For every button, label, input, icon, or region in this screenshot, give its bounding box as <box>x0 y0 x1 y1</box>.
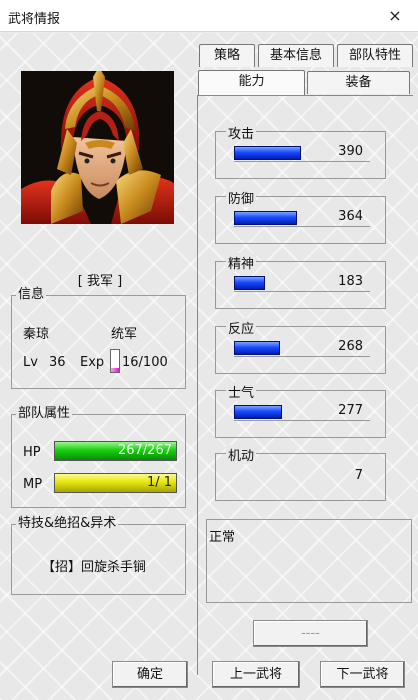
stat-defense: 防御 364 <box>215 188 386 244</box>
skills-legend: 特技&绝招&异术 <box>18 516 117 531</box>
stat-bar <box>234 276 265 290</box>
stat-value: 268 <box>338 339 363 354</box>
skill-item[interactable]: 【招】回旋杀手锏 <box>42 556 146 575</box>
mp-bar: 1/ 1 <box>54 473 177 493</box>
tab-ability[interactable]: 能力 <box>198 70 305 96</box>
stat-mobility: 机动 7 <box>215 445 386 501</box>
tab-unit-traits[interactable]: 部队特性 <box>337 44 413 67</box>
stat-bar <box>234 211 297 225</box>
mp-value: 1/ 1 <box>146 475 172 490</box>
hp-value: 267/267 <box>117 443 172 458</box>
stat-name: 攻击 <box>226 123 257 142</box>
portrait-image <box>21 71 174 224</box>
stat-reaction: 反应 268 <box>215 318 386 374</box>
confirm-button[interactable]: 确定 <box>112 661 188 688</box>
stat-value: 277 <box>338 403 363 418</box>
tab-basic-info[interactable]: 基本信息 <box>258 44 334 67</box>
prev-general-button[interactable]: 上一武将 <box>212 661 300 688</box>
stat-bar <box>234 405 282 419</box>
stat-value: 390 <box>338 144 363 159</box>
exp-label: Exp <box>80 355 105 370</box>
exp-value: 16/100 <box>122 355 168 370</box>
general-portrait <box>21 71 174 224</box>
next-general-button[interactable]: 下一武将 <box>320 661 405 688</box>
stat-value: 7 <box>354 468 363 483</box>
window-client: [ 我军 ] 信息 秦琼 统军 Lv 36 Exp 16/100 部队属性 HP… <box>0 33 418 700</box>
stat-name: 士气 <box>226 382 257 401</box>
mp-label: MP <box>23 477 43 492</box>
info-legend: 信息 <box>18 287 45 302</box>
stat-attack: 攻击 390 <box>215 123 386 179</box>
unit-legend: 部队属性 <box>18 406 71 421</box>
exp-bar <box>110 349 120 373</box>
stat-name: 防御 <box>226 188 257 207</box>
general-role: 统军 <box>111 327 138 342</box>
hp-label: HP <box>23 445 41 460</box>
window-title: 武将情报 <box>8 12 61 27</box>
stat-spirit: 精神 183 <box>215 253 386 309</box>
stat-value: 183 <box>338 274 363 289</box>
stat-name: 反应 <box>226 318 257 337</box>
faction-label: [ 我军 ] <box>77 274 123 289</box>
level-label: Lv <box>23 355 38 370</box>
hp-bar: 267/267 <box>54 441 177 461</box>
placeholder-button[interactable]: ---- <box>253 620 368 647</box>
level-value: 36 <box>49 355 66 370</box>
title-bar: 武将情报 × <box>0 0 418 32</box>
tab-equipment[interactable]: 装备 <box>307 71 410 94</box>
stat-bar <box>234 341 280 355</box>
status-box: 正常 <box>206 519 412 603</box>
status-text: 正常 <box>209 530 236 545</box>
stat-name: 机动 <box>226 445 257 464</box>
tab-strategy[interactable]: 策略 <box>199 44 255 67</box>
stat-bar <box>234 146 301 160</box>
stat-name: 精神 <box>226 253 257 272</box>
stat-value: 364 <box>338 209 363 224</box>
stat-morale: 士气 277 <box>215 382 386 438</box>
close-icon[interactable]: × <box>372 0 418 32</box>
general-name: 秦琼 <box>23 327 50 342</box>
exp-bar-fill <box>111 368 119 372</box>
